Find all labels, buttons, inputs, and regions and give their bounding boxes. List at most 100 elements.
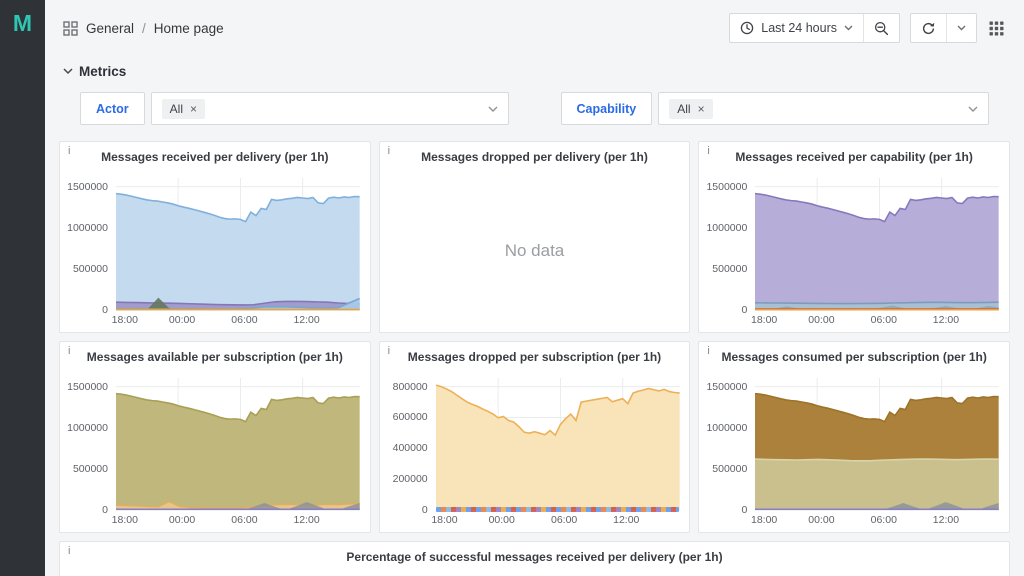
x-axis-label: 12:00 xyxy=(613,514,639,526)
panel-title[interactable]: Messages consumed per subscription (per … xyxy=(699,342,1009,370)
panel-info-icon[interactable]: i xyxy=(707,345,709,357)
x-axis-label: 18:00 xyxy=(112,314,138,326)
y-axis-label: 200000 xyxy=(393,473,428,485)
top-bar: General / Home page Last 24 hours xyxy=(59,0,1010,56)
remove-filter-icon[interactable]: × xyxy=(698,103,705,115)
y-axis-label: 1000000 xyxy=(67,422,108,434)
filter-chip: All × xyxy=(669,99,712,119)
panel-title[interactable]: Messages dropped per subscription (per 1… xyxy=(380,342,690,370)
y-axis: 150000010000005000000 xyxy=(705,378,755,510)
chart-svg xyxy=(755,378,999,510)
grid-menu-icon xyxy=(989,21,1004,36)
x-axis-label: 00:00 xyxy=(169,514,195,526)
chart-plot-area[interactable] xyxy=(116,178,360,310)
series-received-total xyxy=(116,194,360,310)
y-axis-label: 0 xyxy=(102,504,108,516)
y-axis-label: 1000000 xyxy=(67,222,108,234)
grid-menu-button[interactable] xyxy=(987,17,1006,40)
chevron-down-icon xyxy=(488,106,498,112)
actor-filter: Actor All × xyxy=(80,92,509,125)
y-axis-label: 0 xyxy=(741,504,747,516)
panel-info-icon[interactable]: i xyxy=(388,145,390,157)
remove-filter-icon[interactable]: × xyxy=(190,103,197,115)
template-variable-filters: Actor All × Capability All × xyxy=(59,86,1010,125)
panel-info-icon[interactable]: i xyxy=(388,345,390,357)
breadcrumb-separator: / xyxy=(142,21,146,36)
capability-filter-select[interactable]: All × xyxy=(658,92,989,125)
x-axis-label: 06:00 xyxy=(231,314,257,326)
y-axis-label: 1000000 xyxy=(706,422,747,434)
y-axis-label: 1500000 xyxy=(67,181,108,193)
y-axis-label: 1500000 xyxy=(706,381,747,393)
x-axis-label: 00:00 xyxy=(169,314,195,326)
panel-messages-dropped-per-delivery: i Messages dropped per delivery (per 1h)… xyxy=(379,141,691,333)
breadcrumb-page[interactable]: Home page xyxy=(154,21,224,36)
chart-plot-area[interactable] xyxy=(755,378,999,510)
no-data-message: No data xyxy=(380,241,690,261)
y-axis: 8000006000004000002000000 xyxy=(386,378,436,510)
breadcrumb-section[interactable]: General xyxy=(86,21,134,36)
refresh-interval-button[interactable] xyxy=(946,14,976,42)
series-band-purple xyxy=(755,509,999,510)
zoom-out-icon xyxy=(874,21,889,36)
refresh-button[interactable] xyxy=(911,14,946,42)
y-axis-label: 1500000 xyxy=(706,181,747,193)
filter-chip-value: All xyxy=(677,102,690,116)
chart-plot-area[interactable] xyxy=(755,178,999,310)
x-axis-label: 00:00 xyxy=(489,514,515,526)
x-axis-label: 18:00 xyxy=(112,514,138,526)
chart-plot-area[interactable] xyxy=(436,378,680,510)
y-axis: 150000010000005000000 xyxy=(66,178,116,310)
panel-info-icon[interactable]: i xyxy=(707,145,709,157)
y-axis-label: 600000 xyxy=(393,411,428,423)
x-axis-label: 12:00 xyxy=(933,314,959,326)
chevron-down-icon xyxy=(957,25,966,31)
x-axis-label: 06:00 xyxy=(871,314,897,326)
x-axis: 18:0000:0006:0012:00 xyxy=(116,512,360,532)
x-axis-label: 18:00 xyxy=(751,314,777,326)
main-content: General / Home page Last 24 hours xyxy=(45,0,1024,576)
y-axis-label: 400000 xyxy=(393,442,428,454)
chart-svg xyxy=(116,378,360,510)
panel-info-icon[interactable]: i xyxy=(68,145,70,157)
x-axis: 18:0000:0006:0012:00 xyxy=(116,312,360,332)
panel-messages-available-per-subscription: i Messages available per subscription (p… xyxy=(59,341,371,533)
series-received-total xyxy=(755,194,999,310)
series-available-total xyxy=(116,394,360,510)
app-logo[interactable]: M xyxy=(13,12,32,576)
y-axis: 150000010000005000000 xyxy=(66,378,116,510)
time-range-picker[interactable]: Last 24 hours xyxy=(730,14,863,42)
y-axis-label: 800000 xyxy=(393,381,428,393)
refresh-icon xyxy=(921,21,936,36)
left-rail: M xyxy=(0,0,45,576)
filter-chip-value: All xyxy=(170,102,183,116)
refresh-group xyxy=(910,13,977,43)
panel-title[interactable]: Percentage of successful messages receiv… xyxy=(60,542,1009,570)
panel-title[interactable]: Messages dropped per delivery (per 1h) xyxy=(380,142,690,170)
panel-messages-consumed-per-subscription: i Messages consumed per subscription (pe… xyxy=(698,341,1010,533)
apps-grid-icon xyxy=(63,21,78,36)
y-axis-label: 500000 xyxy=(73,463,108,475)
metrics-section-header[interactable]: Metrics xyxy=(59,56,1010,86)
series-band-purple xyxy=(116,509,360,510)
chevron-down-icon xyxy=(844,25,853,31)
y-axis-label: 0 xyxy=(741,304,747,316)
y-axis: 150000010000005000000 xyxy=(705,178,755,310)
y-axis-label: 1000000 xyxy=(706,222,747,234)
panel-title[interactable]: Messages received per capability (per 1h… xyxy=(699,142,1009,170)
actor-filter-select[interactable]: All × xyxy=(151,92,509,125)
panel-info-icon[interactable]: i xyxy=(68,345,70,357)
actor-filter-label[interactable]: Actor xyxy=(80,92,145,125)
panel-title[interactable]: Messages received per delivery (per 1h) xyxy=(60,142,370,170)
x-axis-label: 06:00 xyxy=(231,514,257,526)
section-collapse-icon xyxy=(63,68,73,75)
capability-filter-label[interactable]: Capability xyxy=(561,92,653,125)
x-axis-label: 00:00 xyxy=(808,314,834,326)
zoom-out-button[interactable] xyxy=(863,14,899,42)
breadcrumb: General / Home page xyxy=(63,21,224,36)
chart-svg xyxy=(755,178,999,310)
x-axis-label: 06:00 xyxy=(871,514,897,526)
chart-plot-area[interactable] xyxy=(116,378,360,510)
panel-title[interactable]: Messages available per subscription (per… xyxy=(60,342,370,370)
panel-info-icon[interactable]: i xyxy=(68,545,70,557)
